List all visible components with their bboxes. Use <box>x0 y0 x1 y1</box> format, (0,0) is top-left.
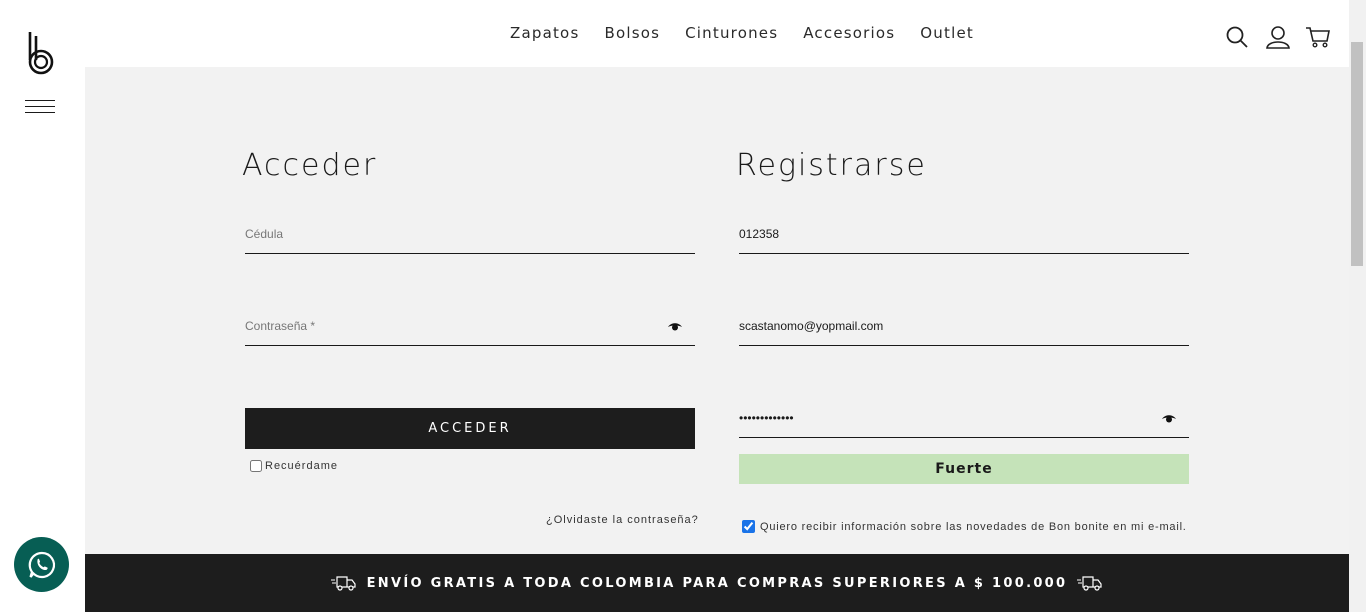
eye-icon[interactable] <box>667 321 683 333</box>
account-panel: Acceder ACCEDER Recuérdame ¿Olvidaste la… <box>85 67 1349 554</box>
whatsapp-icon <box>28 551 55 578</box>
page: Zapatos Bolsos Cinturones Accesorios Out… <box>0 0 1366 612</box>
forgot-password-link[interactable]: ¿Olvidaste la contraseña? <box>546 514 699 526</box>
login-password-field <box>245 306 695 346</box>
register-email-field <box>739 306 1189 346</box>
nav-item-bolsos[interactable]: Bolsos <box>604 24 660 42</box>
login-submit-button[interactable]: ACCEDER <box>245 408 695 449</box>
user-icon[interactable] <box>1265 25 1291 49</box>
truck-icon <box>1077 576 1102 591</box>
search-icon[interactable] <box>1225 25 1251 49</box>
scrollbar-thumb[interactable] <box>1351 42 1363 266</box>
truck-icon <box>330 576 356 591</box>
header-actions <box>1225 25 1331 49</box>
login-password-input[interactable] <box>245 306 695 345</box>
hamburger-icon[interactable] <box>25 99 55 115</box>
login-cedula-field <box>245 214 695 254</box>
register-cedula-input[interactable] <box>739 214 1189 253</box>
top-navigation: Zapatos Bolsos Cinturones Accesorios Out… <box>85 0 1349 67</box>
register-title: Registrarse <box>736 148 927 183</box>
eye-icon[interactable] <box>1161 413 1177 425</box>
nav-item-cinturones[interactable]: Cinturones <box>685 24 778 42</box>
whatsapp-button[interactable] <box>14 537 69 592</box>
logo-icon[interactable] <box>26 30 56 76</box>
nav-item-outlet[interactable]: Outlet <box>920 24 974 42</box>
register-cedula-field <box>739 214 1189 254</box>
login-title: Acceder <box>242 148 378 183</box>
nav-item-accesorios[interactable]: Accesorios <box>803 24 895 42</box>
nav-item-zapatos[interactable]: Zapatos <box>510 24 579 42</box>
scrollbar[interactable] <box>1349 0 1366 612</box>
register-password-input[interactable] <box>739 398 1189 437</box>
sidebar <box>0 0 85 612</box>
password-strength-indicator: Fuerte <box>739 454 1189 484</box>
newsletter-optin[interactable]: Quiero recibir información sobre las nov… <box>742 520 1187 533</box>
main-menu: Zapatos Bolsos Cinturones Accesorios Out… <box>510 24 999 42</box>
cart-icon[interactable] <box>1305 25 1331 49</box>
remember-checkbox[interactable] <box>250 460 262 472</box>
remember-me[interactable]: Recuérdame <box>250 460 338 472</box>
newsletter-label: Quiero recibir información sobre las nov… <box>760 520 1187 533</box>
newsletter-checkbox[interactable] <box>742 520 755 533</box>
register-password-field <box>739 398 1189 438</box>
remember-label: Recuérdame <box>265 460 338 472</box>
shipping-banner-text: ENVÍO GRATIS A TODA COLOMBIA PARA COMPRA… <box>366 575 1068 591</box>
login-cedula-input[interactable] <box>245 214 695 253</box>
shipping-banner: ENVÍO GRATIS A TODA COLOMBIA PARA COMPRA… <box>85 554 1349 612</box>
register-email-input[interactable] <box>739 306 1189 345</box>
